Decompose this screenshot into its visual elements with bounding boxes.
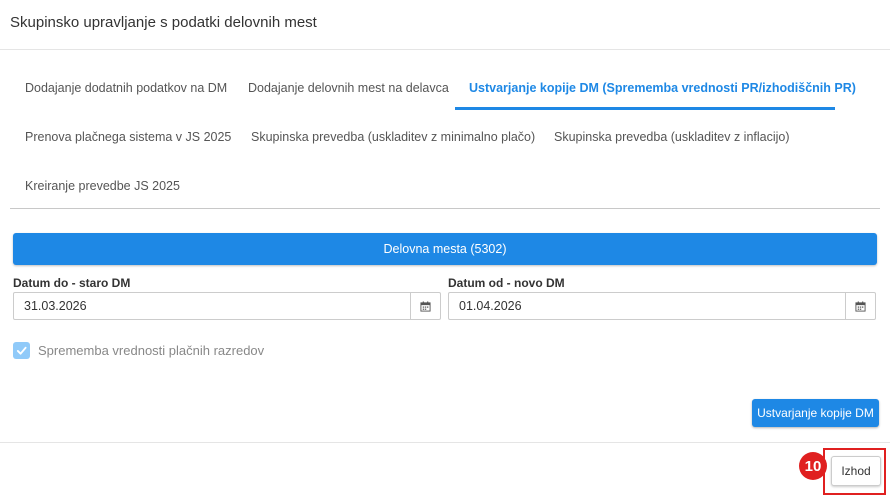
step-badge: 10 <box>799 452 827 480</box>
pay-grade-change-checkbox[interactable] <box>13 342 30 359</box>
tab-group-translation-minimum-wage[interactable]: Skupinska prevedba (uskladitev z minimal… <box>251 130 535 144</box>
tab-group-translation-inflation[interactable]: Skupinska prevedba (uskladitev z inflaci… <box>554 130 790 144</box>
tab-create-translation[interactable]: Kreiranje prevedbe JS 2025 <box>25 179 180 193</box>
date-to-calendar-button[interactable] <box>410 292 441 320</box>
tab-create-copy[interactable]: Ustvarjanje kopije DM (Sprememba vrednos… <box>469 81 856 95</box>
date-from-label: Datum od - novo DM <box>448 276 565 290</box>
calendar-icon <box>420 300 431 312</box>
calendar-icon <box>855 300 866 312</box>
date-from-input[interactable] <box>448 292 846 320</box>
tabs-divider <box>10 208 880 209</box>
date-to-input[interactable] <box>13 292 411 320</box>
pay-grade-change-label[interactable]: Sprememba vrednosti plačnih razredov <box>38 343 264 358</box>
date-from-calendar-button[interactable] <box>845 292 876 320</box>
exit-button[interactable]: Izhod <box>831 456 881 486</box>
dialog-title: Skupinsko upravljanje s podatki delovnih… <box>10 14 317 31</box>
tab-pay-system-renewal[interactable]: Prenova plačnega sistema v JS 2025 <box>25 130 231 144</box>
date-to-label: Datum do - staro DM <box>13 276 131 290</box>
tab-additional-data[interactable]: Dodajanje dodatnih podatkov na DM <box>25 81 227 95</box>
tab-workplaces-to-employee[interactable]: Dodajanje delovnih mest na delavca <box>248 81 449 95</box>
workplaces-button[interactable]: Delovna mesta (5302) <box>13 233 877 265</box>
footer-divider <box>0 442 890 443</box>
dialog-header: Skupinsko upravljanje s podatki delovnih… <box>0 0 890 50</box>
active-tab-indicator <box>455 107 835 110</box>
check-icon <box>16 346 27 355</box>
create-copy-button[interactable]: Ustvarjanje kopije DM <box>752 399 879 427</box>
